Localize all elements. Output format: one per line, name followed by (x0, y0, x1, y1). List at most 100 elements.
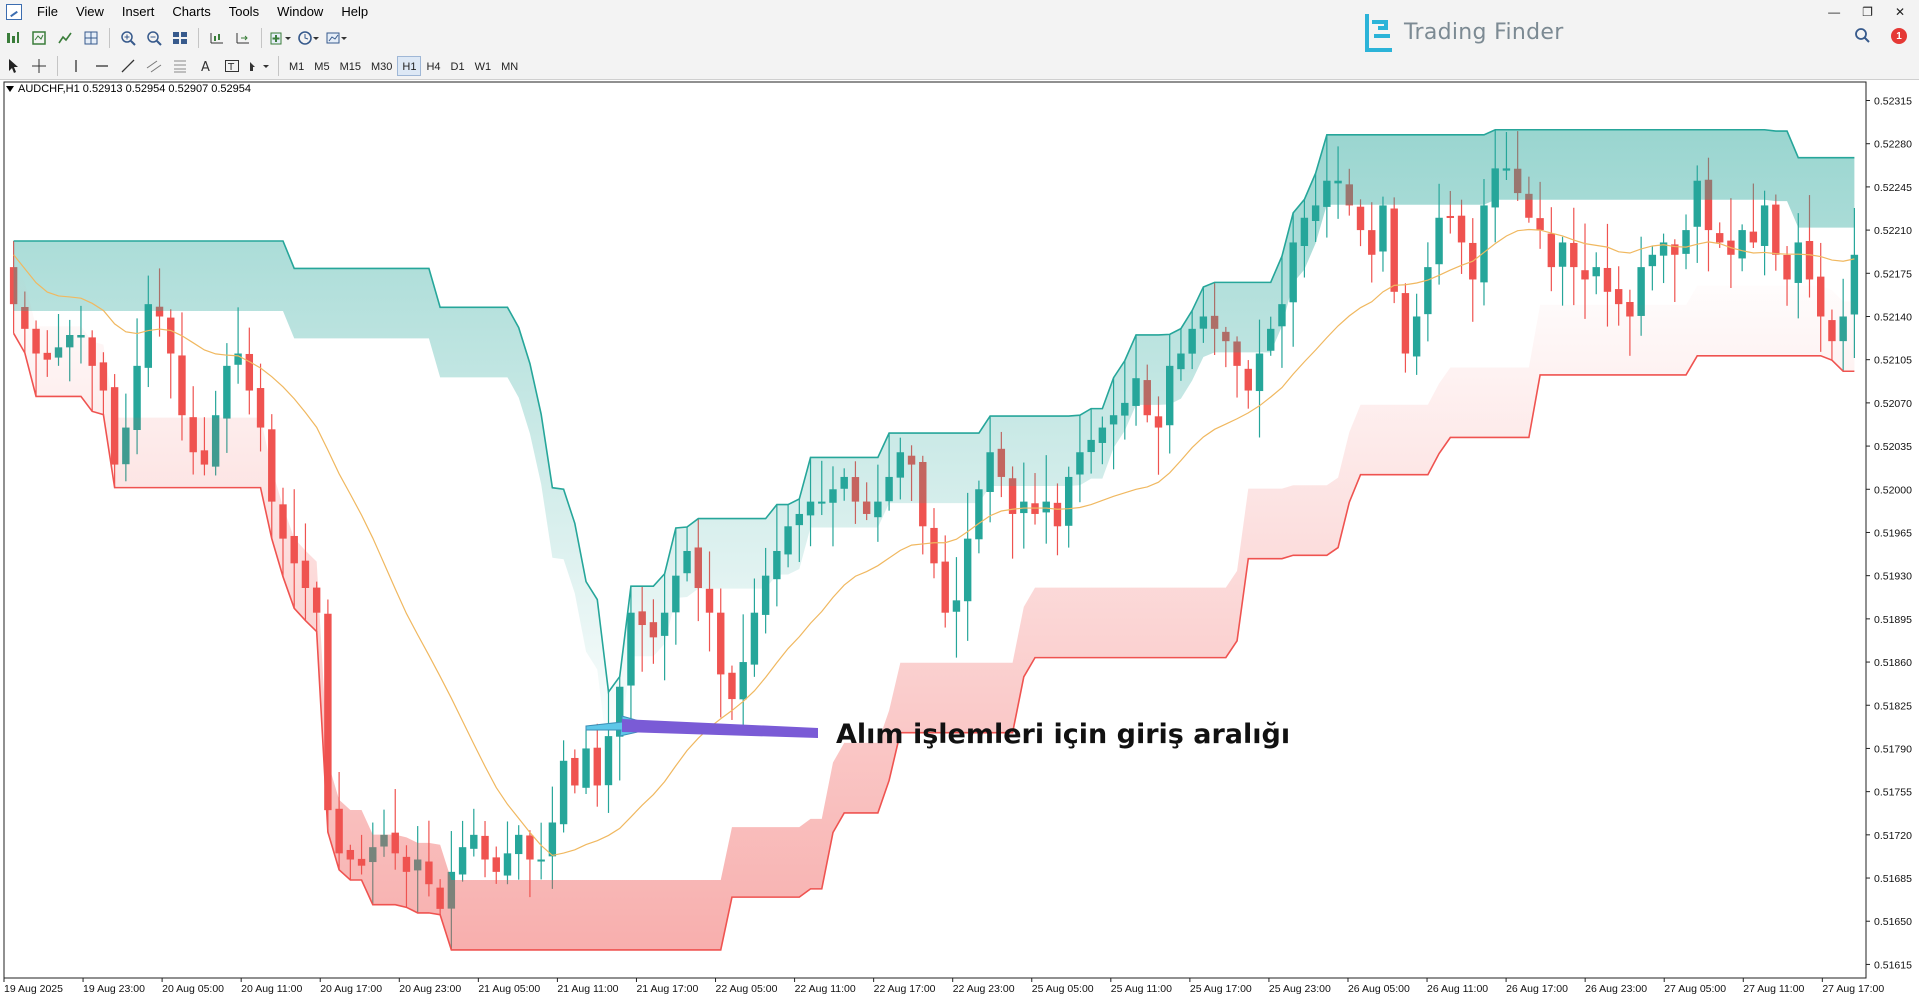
candle-bull (1760, 205, 1769, 246)
menu-window[interactable]: Window (268, 0, 332, 24)
price-chart[interactable]: 0.52315 0.52280 0.52245 0.52210 0.52175 0.521… (0, 80, 1919, 996)
candle-bear (1570, 242, 1578, 268)
market-watch-icon[interactable] (54, 27, 76, 49)
channel-icon[interactable] (143, 55, 165, 77)
profiles-icon[interactable] (28, 27, 50, 49)
x-axis-label: 27 Aug 05:00 (1664, 983, 1726, 995)
y-axis-label: 0.51930 (1874, 571, 1912, 583)
candle-bull (750, 612, 759, 665)
x-axis-label: 26 Aug 05:00 (1348, 983, 1410, 995)
minimize-icon[interactable]: — (1828, 5, 1840, 19)
text-icon[interactable]: A (195, 55, 217, 77)
tile-windows-icon[interactable] (169, 27, 191, 49)
y-axis-label: 0.51790 (1874, 743, 1912, 755)
zoom-in-icon[interactable] (117, 27, 139, 49)
candle-bear (1805, 241, 1814, 280)
timeframe-m5[interactable]: M5 (309, 56, 334, 76)
candle-bull (503, 853, 512, 876)
y-axis-label: 0.52280 (1874, 139, 1912, 151)
menu-tools[interactable]: Tools (220, 0, 268, 24)
candle-bear (1154, 416, 1163, 428)
candle-bull (1412, 316, 1421, 357)
text-label-icon[interactable]: T (221, 55, 243, 77)
collapse-triangle-icon[interactable] (6, 86, 14, 92)
candle-bull (144, 304, 153, 368)
candle-bull (739, 662, 747, 700)
menu-view[interactable]: View (67, 0, 113, 24)
y-axis-label: 0.51720 (1874, 830, 1912, 842)
arrows-icon[interactable] (247, 55, 271, 77)
app-icon[interactable] (6, 4, 22, 20)
x-axis-label: 21 Aug 05:00 (478, 983, 540, 995)
timeframe-d1[interactable]: D1 (446, 56, 470, 76)
x-axis-label: 22 Aug 23:00 (953, 983, 1015, 995)
candle-bull (1435, 217, 1443, 265)
toolbar-separator (278, 55, 279, 76)
crosshair-icon[interactable] (28, 55, 50, 77)
y-axis-label: 0.52035 (1874, 441, 1912, 453)
chart-window[interactable]: 0.52315 0.52280 0.52245 0.52210 0.52175 0.521… (0, 80, 1919, 996)
navigator-icon[interactable] (80, 27, 102, 49)
menu-help[interactable]: Help (332, 0, 377, 24)
timeframe-h1[interactable]: H1 (397, 55, 422, 76)
toolbar-separator (198, 28, 199, 48)
x-axis-label: 22 Aug 05:00 (716, 983, 778, 995)
candle-bear (167, 317, 175, 354)
fibonacci-icon[interactable] (169, 55, 191, 77)
timeframe-m1[interactable]: M1 (284, 56, 309, 76)
timeframe-m30[interactable]: M30 (366, 56, 397, 76)
y-axis-label: 0.52315 (1874, 96, 1912, 108)
candle-bull (952, 600, 961, 612)
x-axis-label: 27 Aug 11:00 (1743, 983, 1804, 995)
candle-bear (1783, 254, 1791, 280)
candle-bear (526, 835, 534, 860)
candle-bear (492, 857, 500, 872)
menu-file[interactable]: File (28, 0, 67, 24)
timeframe-w1[interactable]: W1 (470, 56, 497, 76)
toolbar-separator (57, 55, 58, 76)
new-chart-icon[interactable] (2, 27, 24, 49)
timeframe-mn[interactable]: MN (496, 56, 523, 76)
candle-bull (1020, 501, 1028, 514)
y-axis-label: 0.51860 (1874, 657, 1912, 669)
notifications-button[interactable]: 1 (1881, 26, 1909, 46)
candle-bear (1581, 270, 1589, 280)
restore-icon[interactable]: ❐ (1862, 5, 1873, 19)
candle-bull (1682, 230, 1690, 254)
x-axis-label: 22 Aug 17:00 (874, 983, 936, 995)
horizontal-line-icon[interactable] (91, 55, 113, 77)
y-axis-label: 0.52175 (1874, 268, 1912, 280)
y-axis-label: 0.51895 (1874, 614, 1912, 626)
candle-bull (1379, 205, 1387, 252)
candle-bull (1558, 242, 1567, 267)
candle-bull (514, 834, 523, 855)
x-axis-label: 25 Aug 17:00 (1190, 983, 1252, 995)
trading-finder-logo-icon (1365, 14, 1392, 52)
lower-channel-line (12, 332, 1855, 951)
y-axis-label: 0.51965 (1874, 527, 1912, 539)
close-icon[interactable]: ✕ (1895, 5, 1905, 19)
timeframe-h4[interactable]: H4 (421, 56, 445, 76)
candle-bull (458, 847, 467, 875)
timeframe-m15[interactable]: M15 (335, 56, 366, 76)
candle-bear (1390, 208, 1398, 292)
templates-icon[interactable] (325, 27, 349, 49)
periods-icon[interactable] (297, 27, 321, 49)
toolbar-separator (261, 28, 262, 48)
candle-bull (1592, 267, 1600, 277)
symbol-info-text: AUDCHF,H1 0.52913 0.52954 0.52907 0.5295… (18, 83, 252, 95)
indicators-icon[interactable] (269, 27, 293, 49)
autoscroll-icon[interactable] (232, 27, 254, 49)
chart-shift-icon[interactable] (206, 27, 228, 49)
x-axis-label: 25 Aug 05:00 (1032, 983, 1094, 995)
y-axis-label: 0.51755 (1874, 787, 1912, 799)
trendline-icon[interactable] (117, 55, 139, 77)
menu-insert[interactable]: Insert (113, 0, 164, 24)
search-icon[interactable] (1853, 26, 1871, 44)
menu-charts[interactable]: Charts (163, 0, 219, 24)
terminal-window: File View Insert Charts Tools Window Hel… (0, 0, 1919, 996)
zoom-out-icon[interactable] (143, 27, 165, 49)
cursor-icon[interactable] (2, 55, 24, 77)
candle-bull (548, 822, 557, 857)
vertical-line-icon[interactable] (65, 55, 87, 77)
